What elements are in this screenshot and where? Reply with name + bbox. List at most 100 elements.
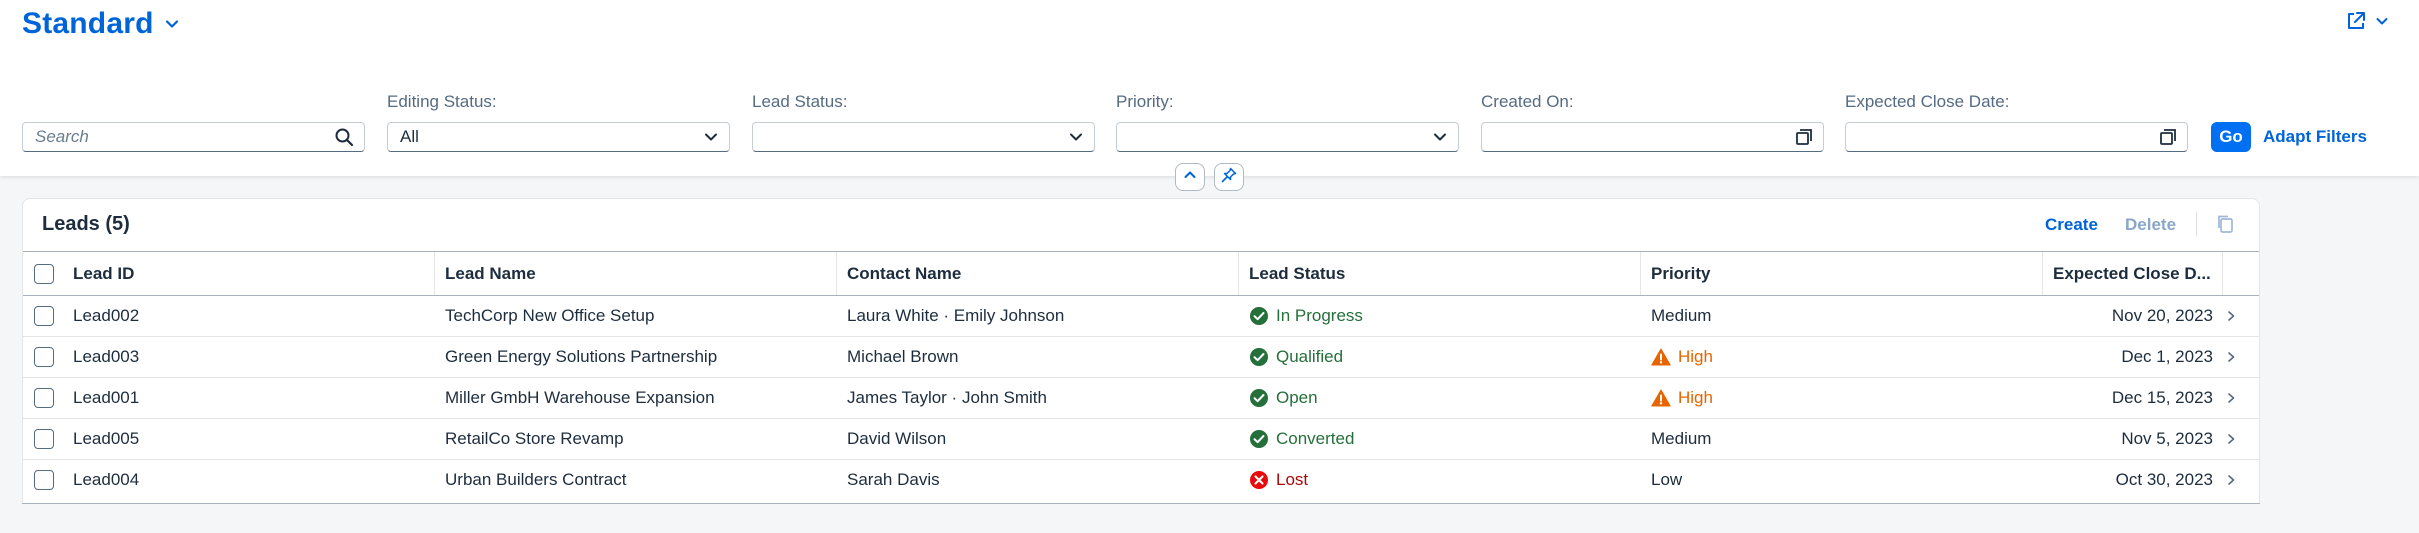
column-header-lead-status[interactable]: Lead Status [1239,252,1641,295]
lead-id: Lead004 [73,470,140,489]
column-header-lead-name[interactable]: Lead Name [435,252,837,295]
collapse-header-button[interactable] [1175,163,1205,191]
lead-status-label: Lead Status: [752,92,848,111]
search-icon[interactable] [334,127,354,147]
column-header-contact-name[interactable]: Contact Name [837,252,1239,295]
table-title: Leads (5) [42,213,130,235]
expected-close-date: Nov 20, 2023 [2111,306,2213,325]
row-checkbox[interactable] [34,347,54,367]
column-header-expected-close[interactable]: Expected Close D... [2043,252,2223,295]
copy-icon[interactable] [2215,213,2237,235]
search-input[interactable]: Search [22,122,365,152]
share-icon [2345,10,2367,32]
lead-name: Urban Builders Contract [445,470,627,489]
priority-select[interactable] [1116,122,1459,152]
lead-id: Lead002 [73,306,140,325]
expected-close-date: Dec 1, 2023 [2121,347,2213,366]
warning-icon [1651,389,1671,407]
priority: Medium [1651,429,1712,448]
toolbar-separator [2196,212,2197,236]
editing-status-value: All [400,127,419,146]
status-text: In Progress [1276,306,1363,325]
contact-name: Sarah Davis [847,470,940,489]
priority: Medium [1651,306,1712,325]
contact-name: James Taylor · John Smith [847,388,1047,407]
table-body-area: Lead ID Lead Name Contact Name Lead Stat… [23,251,2259,503]
check-circle-icon [1249,306,1269,326]
status-indicator: In Progress [1249,306,1363,326]
dynamic-page-header: Standard Search Editing Status: All Lead… [0,0,2419,176]
error-circle-icon [1249,470,1269,490]
contact-name: Michael Brown [847,347,959,366]
row-checkbox[interactable] [34,470,54,490]
table-row[interactable]: Lead001 Miller GmbH Warehouse Expansion … [23,378,2259,419]
lead-status-select[interactable] [752,122,1095,152]
table-header: Lead ID Lead Name Contact Name Lead Stat… [23,251,2259,296]
delete-button[interactable]: Delete [2125,215,2176,235]
adapt-filters-button[interactable]: Adapt Filters [2263,122,2367,152]
lead-status: Qualified [1239,337,1343,377]
lead-status: Open [1239,378,1318,418]
share-menu-button[interactable] [2345,10,2389,32]
priority-indicator: High [1651,347,1713,367]
chevron-down-icon [164,16,180,32]
status-indicator: Qualified [1249,347,1343,367]
status-text: Converted [1276,429,1355,448]
chevron-up-icon [1183,168,1197,187]
chevron-down-icon [1068,129,1084,145]
created-on-field[interactable] [1481,122,1824,152]
lead-name: Green Energy Solutions Partnership [445,347,718,366]
status-indicator: Open [1249,388,1318,408]
check-circle-icon [1249,347,1269,367]
table-toolbar: Leads (5) Create Delete [23,199,2259,251]
chevron-right-icon[interactable] [2224,460,2238,500]
editing-status-select[interactable]: All [387,122,730,152]
row-checkbox[interactable] [34,388,54,408]
contact-name: David Wilson [847,429,947,448]
chevron-right-icon[interactable] [2224,337,2238,377]
status-text: Lost [1276,470,1309,489]
priority-label: Priority: [1116,92,1174,111]
value-help-icon[interactable] [1795,128,1813,146]
lead-id: Lead003 [73,347,140,366]
table-grid: Lead ID Lead Name Contact Name Lead Stat… [23,251,2259,503]
value-help-icon[interactable] [2159,128,2177,146]
priority-text: High [1678,347,1713,366]
chevron-right-icon[interactable] [2224,296,2238,336]
variant-selector[interactable]: Standard [22,6,180,42]
chevron-right-icon[interactable] [2224,419,2238,459]
lead-name: Miller GmbH Warehouse Expansion [445,388,715,407]
create-button[interactable]: Create [2045,215,2098,235]
table-row[interactable]: Lead002 TechCorp New Office Setup Laura … [23,296,2259,337]
chevron-down-icon [1432,129,1448,145]
column-header-lead-id[interactable]: Lead ID [63,252,435,295]
table-row[interactable]: Lead005 RetailCo Store Revamp David Wils… [23,419,2259,460]
table-row[interactable]: Lead003 Green Energy Solutions Partnersh… [23,337,2259,378]
leads-table: Leads (5) Create Delete Lead ID Lead Nam… [22,198,2260,504]
warning-icon [1651,348,1671,366]
expected-close-date: Dec 15, 2023 [2111,388,2213,407]
table-bottom-border [22,503,2260,504]
status-text: Open [1276,388,1318,407]
lead-name: RetailCo Store Revamp [445,429,624,448]
pin-header-button[interactable] [1214,163,1244,191]
search-placeholder: Search [35,127,89,146]
row-checkbox[interactable] [34,306,54,326]
row-checkbox[interactable] [34,429,54,449]
priority: Low [1651,470,1683,489]
lead-status: Converted [1239,419,1354,459]
status-text: Qualified [1276,347,1344,366]
table-row[interactable]: Lead004 Urban Builders Contract Sarah Da… [23,460,2259,501]
priority-indicator: High [1651,388,1713,408]
variant-title: Standard [22,7,154,40]
check-circle-icon [1249,388,1269,408]
status-indicator: Converted [1249,429,1354,449]
go-button[interactable]: Go [2211,122,2251,152]
column-header-priority[interactable]: Priority [1641,252,2043,295]
priority: High [1641,337,1713,377]
expected-close-label: Expected Close Date: [1845,92,2010,111]
chevron-right-icon[interactable] [2224,378,2238,418]
select-all-checkbox[interactable] [34,264,54,284]
lead-status: In Progress [1239,296,1363,336]
expected-close-field[interactable] [1845,122,2188,152]
